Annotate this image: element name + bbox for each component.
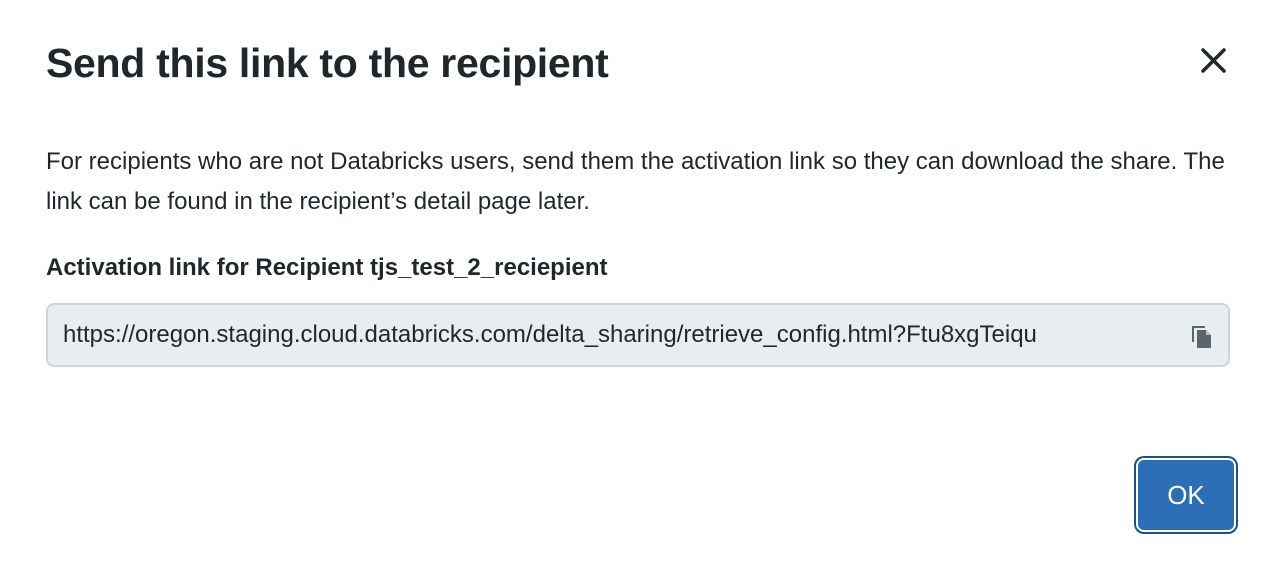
ok-button[interactable]: OK	[1136, 458, 1236, 532]
close-icon	[1201, 48, 1226, 73]
dialog-title: Send this link to the recipient	[46, 40, 609, 86]
close-button[interactable]	[1194, 42, 1234, 82]
copy-link-button[interactable]	[1189, 322, 1215, 350]
copy-icon	[1192, 326, 1211, 348]
activation-link-text[interactable]: https://oregon.staging.cloud.databricks.…	[63, 305, 1183, 365]
dialog-description: For recipients who are not Databricks us…	[46, 148, 1225, 215]
activation-link-label: Activation link for Recipient tjs_test_2…	[46, 254, 608, 281]
activation-link-field[interactable]: https://oregon.staging.cloud.databricks.…	[46, 303, 1230, 367]
share-link-dialog: Send this link to the recipient For reci…	[0, 0, 1270, 572]
